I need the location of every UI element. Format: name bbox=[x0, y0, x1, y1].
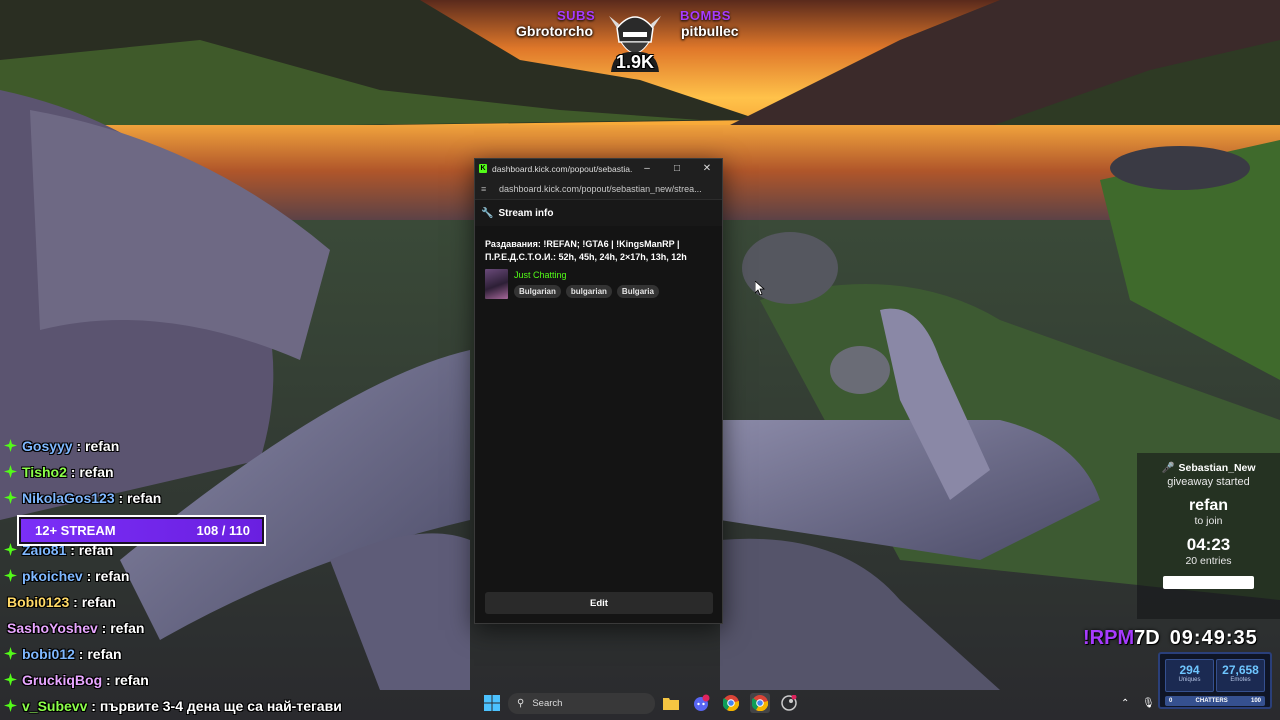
giveaway-status: giveaway started bbox=[1167, 476, 1250, 488]
minimize-button[interactable]: – bbox=[632, 163, 662, 174]
close-button[interactable]: ✕ bbox=[692, 163, 722, 174]
chrome-icon[interactable] bbox=[721, 693, 741, 713]
chat-message: : refan bbox=[82, 568, 130, 584]
chat-line: NikolaGos123 : refan bbox=[4, 487, 161, 509]
bombs-name: pitbullec bbox=[681, 23, 739, 39]
chrome-active-icon[interactable] bbox=[750, 693, 770, 713]
maximize-button[interactable]: □ bbox=[662, 163, 692, 174]
search-icon: ⚲ bbox=[517, 698, 525, 709]
tag-chip: Bulgaria bbox=[616, 285, 659, 298]
taskbar-search[interactable]: ⚲ Search bbox=[508, 693, 655, 714]
chat-line: pkoichev : refan bbox=[4, 565, 129, 587]
giveaway-progress-bar bbox=[1163, 576, 1254, 589]
stream-info-popup-window: K dashboard.kick.com/popout/sebastia... … bbox=[474, 158, 723, 624]
address-url[interactable]: dashboard.kick.com/popout/sebastian_new/… bbox=[499, 184, 702, 194]
kick-badge-icon bbox=[4, 566, 17, 582]
command-label: !RPM bbox=[1083, 626, 1135, 649]
chat-line: SashoYoshev : refan bbox=[7, 617, 144, 639]
clock-row: !RPM 7D 09:49:35 bbox=[1083, 626, 1258, 650]
chat-username: Tisho2 bbox=[22, 464, 67, 480]
clock-time: 09:49:35 bbox=[1169, 626, 1258, 649]
subs-label: SUBS bbox=[557, 8, 596, 23]
panel-header: 🔧 Stream info bbox=[475, 200, 722, 226]
kick-badge-icon bbox=[4, 644, 17, 660]
chat-username: Gosyyy bbox=[22, 438, 73, 454]
command-extra: 7D bbox=[1134, 626, 1160, 649]
site-settings-icon[interactable]: ≡ bbox=[481, 184, 491, 194]
file-explorer-icon[interactable] bbox=[661, 693, 681, 713]
category-row: Just Chatting Bulgarian bulgarian Bulgar… bbox=[485, 269, 712, 299]
stream-title: Раздавания: !REFAN; !GTA6 | !KingsManRP … bbox=[485, 239, 687, 262]
mascot-count: 1.9K bbox=[615, 52, 655, 72]
tray-chevron-up-icon[interactable]: ⌃ bbox=[1121, 698, 1129, 709]
chat-message: : refan bbox=[69, 594, 116, 610]
windows-start-icon[interactable] bbox=[482, 693, 502, 713]
chat-line: bobi012 : refan bbox=[4, 643, 122, 665]
giveaway-widget: 🎤 Sebastian_New giveaway started refan to… bbox=[1137, 453, 1280, 619]
uniques-label: Uniques bbox=[1178, 677, 1201, 683]
kick-badge-icon bbox=[4, 540, 17, 556]
goal-progress: 108 / 110 bbox=[196, 523, 251, 538]
chat-message: : refan bbox=[102, 672, 149, 688]
chat-message: : refan bbox=[74, 646, 122, 662]
wrench-icon: 🔧 bbox=[481, 207, 494, 219]
chat-username: NikolaGos123 bbox=[22, 490, 115, 506]
edit-button[interactable]: Edit bbox=[485, 592, 713, 614]
window-titlebar[interactable]: K dashboard.kick.com/popout/sebastia... … bbox=[475, 159, 722, 178]
bombs-label: BOMBS bbox=[680, 8, 731, 23]
chat-username: GruckiqBog bbox=[22, 672, 103, 688]
chat-message: : refan bbox=[66, 464, 114, 480]
chat-line: Gosyyy : refan bbox=[4, 435, 119, 457]
tag-list: Bulgarian bulgarian Bulgaria bbox=[514, 285, 664, 298]
chat-username: Bobi0123 bbox=[7, 594, 70, 610]
emotes-value: 27,658 bbox=[1222, 663, 1259, 677]
chat-line: Tisho2 : refan bbox=[4, 461, 114, 483]
subs-name: Gbrotorcho bbox=[516, 23, 593, 39]
stream-goal-fill: 12+ STREAM 108 / 110 bbox=[21, 519, 262, 542]
mouse-cursor-icon bbox=[754, 280, 766, 300]
microphone-tray-icon[interactable]: 🎙 bbox=[1142, 698, 1155, 709]
category-name[interactable]: Just Chatting bbox=[514, 270, 664, 280]
taskbar-search-placeholder: Search bbox=[532, 698, 563, 709]
giveaway-join-text: to join bbox=[1194, 515, 1223, 527]
category-thumbnail bbox=[485, 269, 508, 299]
tag-chip: bulgarian bbox=[565, 285, 612, 298]
kick-badge-icon bbox=[4, 462, 17, 478]
panel-title: Stream info bbox=[498, 207, 554, 219]
stream-goal-bar: 12+ STREAM 108 / 110 bbox=[17, 515, 266, 546]
kick-logo-icon: K bbox=[479, 164, 487, 173]
steam-icon[interactable] bbox=[779, 693, 799, 713]
giveaway-entries: 20 entries bbox=[1185, 555, 1232, 567]
chat-message: : refan bbox=[72, 438, 120, 454]
chat-username: pkoichev bbox=[22, 568, 83, 584]
goal-label: 12+ STREAM bbox=[35, 523, 116, 538]
microphone-icon: 🎤 bbox=[1161, 462, 1175, 474]
discord-icon[interactable] bbox=[691, 693, 711, 713]
kick-badge-icon bbox=[4, 488, 17, 504]
chat-username: SashoYoshev bbox=[7, 620, 98, 636]
chat-message: : refan bbox=[97, 620, 145, 636]
giveaway-host-name: Sebastian_New bbox=[1178, 462, 1256, 474]
chat-username: bobi012 bbox=[22, 646, 75, 662]
giveaway-keyword: refan bbox=[1188, 497, 1229, 514]
chat-line: Bobi0123 : refan bbox=[7, 591, 116, 613]
chat-message: : refan bbox=[114, 490, 162, 506]
kick-badge-icon bbox=[4, 436, 17, 452]
giveaway-host: 🎤 Sebastian_New bbox=[1137, 461, 1280, 474]
uniques-value: 294 bbox=[1179, 663, 1200, 677]
giveaway-timer: 04:23 bbox=[1186, 535, 1231, 554]
address-bar[interactable]: ≡ dashboard.kick.com/popout/sebastian_ne… bbox=[475, 178, 722, 200]
kick-badge-icon bbox=[4, 670, 17, 686]
window-title: dashboard.kick.com/popout/sebastia... bbox=[492, 163, 632, 174]
tag-chip: Bulgarian bbox=[514, 285, 561, 298]
emotes-label: Emotes bbox=[1230, 677, 1251, 683]
